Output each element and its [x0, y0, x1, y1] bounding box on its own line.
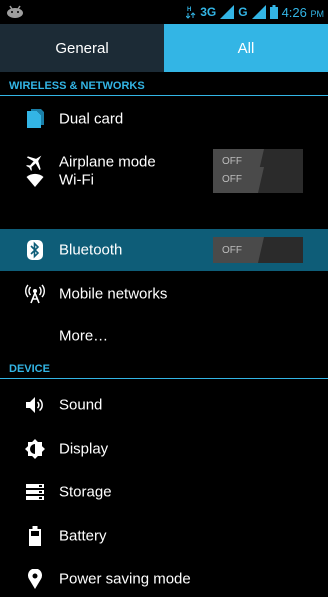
- toggle-state: OFF: [213, 166, 264, 193]
- android-notification-icon: [6, 4, 24, 18]
- tab-bar: General All: [0, 24, 328, 72]
- setting-label: Dual card: [59, 110, 124, 127]
- setting-label: More…: [59, 327, 109, 344]
- setting-more[interactable]: More…: [0, 317, 328, 354]
- tab-all[interactable]: All: [164, 24, 328, 72]
- setting-label: Bluetooth: [59, 241, 123, 259]
- setting-wifi-row[interactable]: Wi-Fi OFF: [0, 161, 328, 198]
- setting-label: Storage: [59, 483, 112, 500]
- data-transfer-icon: H: [186, 5, 196, 19]
- network-type-g: G: [238, 5, 248, 19]
- setting-label: Power saving mode: [59, 570, 191, 587]
- setting-display[interactable]: Display: [0, 430, 328, 467]
- setting-label: Sound: [59, 396, 103, 413]
- network-type-3g: 3G: [200, 5, 217, 19]
- location-pin-icon: [24, 568, 46, 590]
- antenna-icon: [24, 283, 46, 305]
- setting-battery[interactable]: Battery: [0, 517, 328, 554]
- setting-label: Wi-Fi: [59, 171, 94, 188]
- setting-label: Mobile networks: [59, 285, 168, 302]
- status-icons: H 3G G 4:26 PM: [186, 4, 324, 20]
- battery-status-icon: [269, 5, 278, 19]
- setting-storage[interactable]: Storage: [0, 473, 328, 510]
- section-header-wireless: WIRELESS & NETWORKS: [0, 77, 328, 96]
- storage-icon: [24, 481, 46, 503]
- toggle-state: OFF: [213, 237, 264, 263]
- speaker-icon: [24, 394, 46, 416]
- setting-dual-card[interactable]: Dual card: [0, 100, 328, 137]
- bluetooth-toggle[interactable]: OFF: [213, 237, 303, 263]
- sim-card-icon: [24, 108, 46, 130]
- setting-label: Battery: [59, 527, 107, 544]
- battery-icon: [24, 525, 46, 547]
- clock: 4:26 PM: [281, 4, 324, 20]
- wifi-toggle[interactable]: OFF: [213, 166, 303, 193]
- bluetooth-icon: [24, 239, 46, 261]
- svg-text:H: H: [187, 7, 191, 13]
- status-bar: H 3G G 4:26 PM: [0, 0, 328, 24]
- setting-sound[interactable]: Sound: [0, 386, 328, 423]
- setting-bluetooth[interactable]: Bluetooth OFF: [0, 229, 328, 271]
- setting-power-saving[interactable]: Power saving mode: [0, 560, 328, 597]
- signal-3g-icon: [220, 5, 235, 19]
- setting-label: Display: [59, 440, 109, 457]
- brightness-icon: [24, 438, 46, 460]
- wifi-icon: [24, 169, 46, 191]
- section-header-device: DEVICE: [0, 360, 328, 379]
- signal-g-icon: [251, 5, 266, 19]
- tab-general[interactable]: General: [0, 24, 164, 72]
- setting-mobile-networks[interactable]: Mobile networks: [0, 275, 328, 312]
